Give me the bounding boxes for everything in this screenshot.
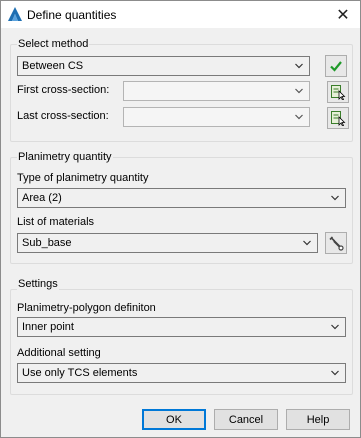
materials-value: Sub_base: [22, 237, 72, 249]
last-cross-section-select[interactable]: [123, 107, 310, 127]
chevron-down-icon: [295, 88, 303, 94]
first-cross-section-select[interactable]: [123, 81, 310, 101]
apply-method-button[interactable]: [325, 55, 347, 77]
chevron-down-icon: [295, 63, 303, 69]
planimetry-type-label: Type of planimetry quantity: [17, 172, 149, 184]
last-cross-section-label: Last cross-section:: [17, 110, 109, 122]
chevron-down-icon: [295, 114, 303, 120]
pick-cross-section-icon: [331, 85, 346, 100]
checkmark-icon: [330, 61, 342, 72]
autocad-logo-icon: [8, 7, 22, 21]
pick-last-cross-section-button[interactable]: [327, 107, 349, 129]
materials-settings-button[interactable]: [325, 232, 347, 254]
select-method-legend: Select method: [17, 38, 90, 50]
title-bar[interactable]: Define quantities ✕: [1, 1, 360, 28]
polygon-definition-value: Inner point: [22, 321, 74, 333]
materials-select[interactable]: Sub_base: [17, 233, 318, 253]
define-quantities-dialog: Define quantities ✕ Select method Betwee…: [0, 0, 361, 438]
additional-setting-label: Additional setting: [17, 347, 101, 359]
polygon-definition-label: Planimetry-polygon definiton: [17, 302, 156, 314]
cancel-button[interactable]: Cancel: [214, 409, 278, 430]
method-select[interactable]: Between CS: [17, 56, 310, 76]
chevron-down-icon: [331, 324, 339, 330]
wrench-settings-icon: [329, 236, 344, 251]
planimetry-type-value: Area (2): [22, 192, 62, 204]
pick-cross-section-icon: [331, 111, 346, 126]
chevron-down-icon: [303, 240, 311, 246]
settings-legend: Settings: [17, 278, 59, 290]
additional-setting-select[interactable]: Use only TCS elements: [17, 363, 346, 383]
additional-setting-value: Use only TCS elements: [22, 367, 138, 379]
planimetry-type-select[interactable]: Area (2): [17, 188, 346, 208]
materials-label: List of materials: [17, 216, 95, 228]
pick-first-cross-section-button[interactable]: [327, 81, 349, 103]
dialog-title: Define quantities: [27, 8, 117, 22]
chevron-down-icon: [331, 370, 339, 376]
close-icon[interactable]: ✕: [326, 1, 360, 28]
polygon-definition-select[interactable]: Inner point: [17, 317, 346, 337]
help-button[interactable]: Help: [286, 409, 350, 430]
planimetry-quantity-legend: Planimetry quantity: [17, 151, 113, 163]
chevron-down-icon: [331, 195, 339, 201]
method-select-value: Between CS: [22, 60, 84, 72]
first-cross-section-label: First cross-section:: [17, 84, 110, 96]
ok-button[interactable]: OK: [142, 409, 206, 430]
